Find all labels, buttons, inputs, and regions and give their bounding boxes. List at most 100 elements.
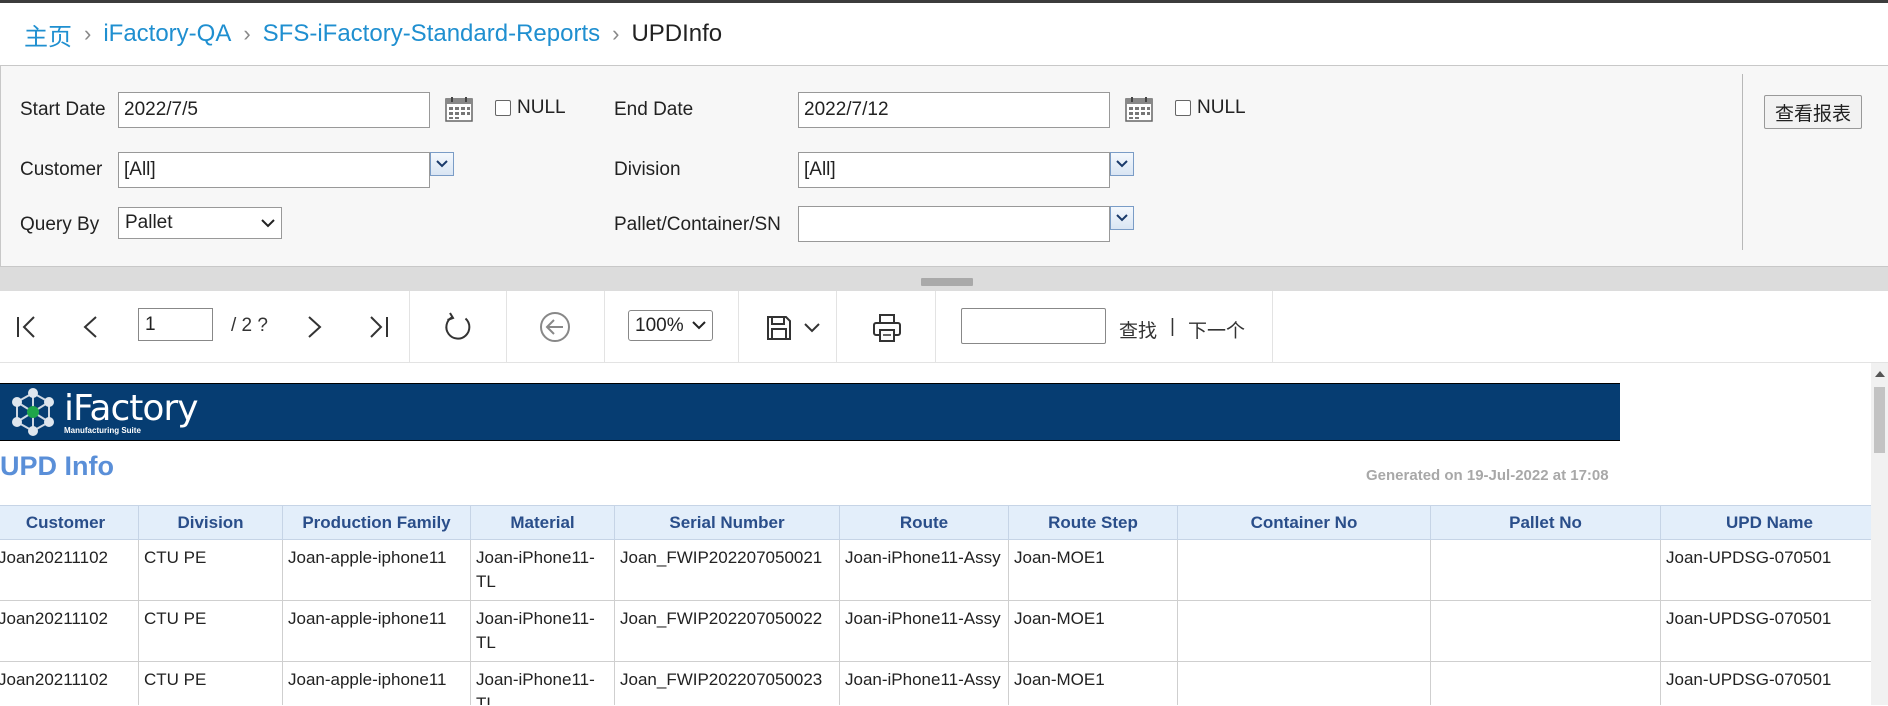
report-title: UPD Info [0,451,114,481]
collapse-handle[interactable] [921,278,973,286]
chevron-right-icon: › [612,21,620,46]
logo-text: iFactory [64,388,199,429]
query-by-select[interactable]: Pallet [118,207,282,239]
customer-input[interactable]: [All] [118,152,430,188]
previous-page-icon[interactable] [82,315,98,339]
zoom-select[interactable]: 100% [628,310,713,341]
table-cell: Joan-MOE1 [1008,661,1178,705]
table-cell: Joan-UPDSG-070501 [1660,600,1879,662]
table-cell [1177,661,1431,705]
division-dropdown-button[interactable] [1110,152,1134,176]
print-icon[interactable] [872,313,902,343]
calendar-icon[interactable] [445,96,473,122]
next-page-icon[interactable] [307,315,323,339]
panel-divider [1742,74,1743,250]
generated-timestamp: Generated on 19-Jul-2022 at 17:08 [1366,467,1609,484]
find-separator: | [1170,316,1175,337]
table-cell: Joan20211102 [0,600,139,662]
save-icon[interactable] [766,315,792,341]
calendar-icon[interactable] [1125,96,1153,122]
breadcrumb-home[interactable]: 主页 [24,17,72,52]
first-page-icon[interactable] [16,315,38,339]
breadcrumb-ifactory-qa[interactable]: iFactory-QA [103,20,231,48]
column-header: Production Family [282,505,471,540]
table-cell [1177,600,1431,662]
chevron-down-icon [261,218,275,227]
panel-splitter[interactable] [0,267,1888,291]
start-date-label: Start Date [20,99,106,120]
table-cell: Joan-iPhone11-TL [470,661,615,705]
table-cell [1177,539,1431,601]
view-report-button[interactable]: 查看报表 [1764,95,1863,129]
start-date-null-checkbox[interactable]: NULL [495,97,566,119]
checkbox-box[interactable] [495,100,511,116]
table-cell: Joan-MOE1 [1008,600,1178,662]
chevron-down-icon[interactable] [804,323,820,333]
end-date-input[interactable]: 2022/7/12 [798,92,1110,128]
chevron-down-icon [692,321,706,330]
table-row: Joan20211102 CTU PE Joan-apple-iphone11 … [0,600,1879,662]
table-cell: CTU PE [138,661,283,705]
table-row: Joan20211102 CTU PE Joan-apple-iphone11 … [0,539,1879,601]
chevron-down-icon [436,160,448,168]
pallet-container-sn-label: Pallet/Container/SN [614,214,781,235]
table-cell: CTU PE [138,600,283,662]
table-cell: Joan-apple-iphone11 [282,539,471,601]
division-label: Division [614,159,681,180]
table-cell [1430,539,1661,601]
zoom-value: 100% [635,314,684,336]
find-button[interactable]: 查找 [1119,316,1157,343]
table-cell: Joan-apple-iphone11 [282,661,471,705]
find-next-button[interactable]: 下一个 [1188,316,1245,343]
scroll-up-arrow-icon[interactable] [1875,371,1885,377]
chevron-down-icon [1116,160,1128,168]
table-cell: Joan-apple-iphone11 [282,600,471,662]
customer-label: Customer [20,159,103,180]
column-header: UPD Name [1660,505,1879,540]
end-date-null-checkbox[interactable]: NULL [1175,97,1246,119]
breadcrumb: 主页 › iFactory-QA › SFS-iFactory-Standard… [0,3,1888,65]
report-banner: iFactory Manufacturing Suite [0,383,1620,441]
table-cell: Joan-iPhone11-Assy [839,539,1009,601]
page-total: / 2 ? [231,315,268,336]
find-input[interactable] [961,308,1106,344]
table-cell: Joan-iPhone11-TL [470,600,615,662]
table-cell: Joan-iPhone11-Assy [839,661,1009,705]
page-number-input[interactable]: 1 [138,308,213,341]
column-header: Material [470,505,615,540]
vertical-scrollbar[interactable] [1871,363,1888,705]
chevron-right-icon: › [243,21,251,46]
checkbox-box[interactable] [1175,100,1191,116]
toolbar-back-group [507,291,605,363]
toolbar-export-group [739,291,837,363]
upd-info-table: Customer Division Production Family Mate… [0,505,1879,705]
table-cell: Joan20211102 [0,661,139,705]
table-cell: Joan_FWIP202207050021 [614,539,840,601]
table-cell: CTU PE [138,539,283,601]
null-label: NULL [1197,97,1246,118]
table-cell: Joan-iPhone11-TL [470,539,615,601]
table-cell: Joan_FWIP202207050022 [614,600,840,662]
table-cell: Joan20211102 [0,539,139,601]
table-header-row: Customer Division Production Family Mate… [0,505,1879,540]
refresh-icon[interactable] [443,312,473,342]
customer-dropdown-button[interactable] [430,152,454,176]
parameters-panel: Start Date 2022/7/5 NULL End Date 2022/7… [0,65,1888,267]
query-by-value: Pallet [125,212,173,233]
table-cell: Joan-iPhone11-Assy [839,600,1009,662]
start-date-input[interactable]: 2022/7/5 [118,92,430,128]
column-header: Serial Number [614,505,840,540]
back-icon[interactable] [539,311,571,343]
pallet-container-sn-input[interactable] [798,206,1110,242]
ifactory-logo-icon [12,388,54,436]
column-header: Route [839,505,1009,540]
toolbar-navigation-group: 1 / 2 ? [0,291,410,363]
pallet-container-sn-dropdown-button[interactable] [1110,206,1134,230]
last-page-icon[interactable] [367,315,389,339]
scrollbar-thumb[interactable] [1874,387,1885,453]
division-input[interactable]: [All] [798,152,1110,188]
breadcrumb-standard-reports[interactable]: SFS-iFactory-Standard-Reports [263,20,600,48]
column-header: Customer [0,505,139,540]
table-cell: Joan-MOE1 [1008,539,1178,601]
table-cell [1430,661,1661,705]
